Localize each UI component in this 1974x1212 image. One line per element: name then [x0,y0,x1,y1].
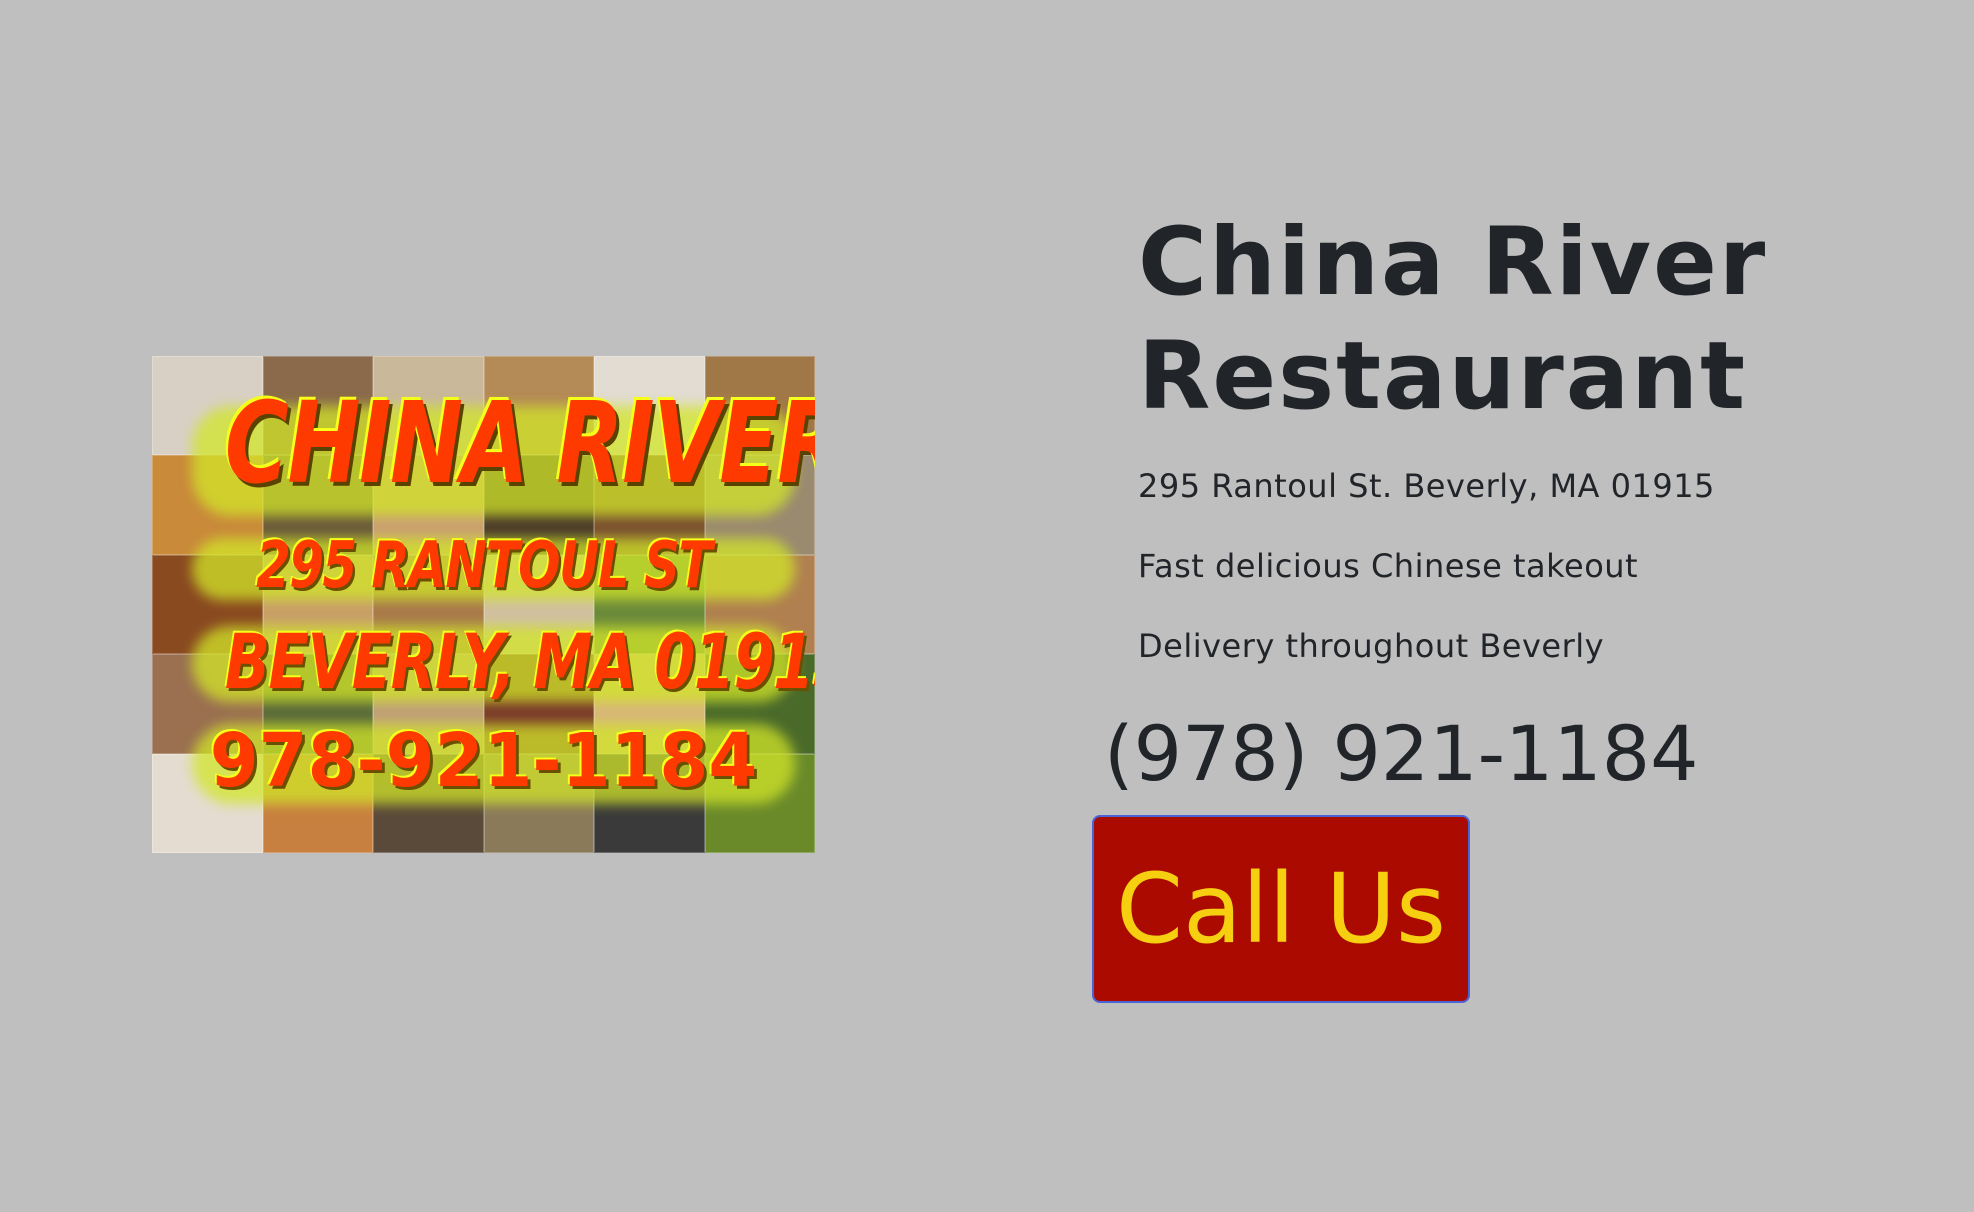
page-title: China River Restaurant [1138,206,1767,434]
restaurant-banner-image: CHINA RIVER 295 RANTOUL ST BEVERLY, MA 0… [152,356,815,853]
banner-phone-text: 978-921-1184 [209,718,758,804]
banner-name-text: CHINA RIVER [224,379,815,509]
page: CHINA RIVER 295 RANTOUL ST BEVERLY, MA 0… [0,0,1974,1212]
title-line-1: China River [1138,208,1768,317]
banner-street-text: 295 RANTOUL ST [256,529,712,603]
banner-city-text: BEVERLY, MA 01915 [224,617,815,706]
phone-number[interactable]: (978) 921-1184 [1104,706,1698,802]
call-us-button[interactable]: Call Us [1092,815,1470,1003]
tagline-text: Fast delicious Chinese takeout [1138,547,1639,585]
title-line-2: Restaurant [1138,322,1748,431]
address-text: 295 Rantoul St. Beverly, MA 01915 [1138,467,1715,505]
delivery-text: Delivery throughout Beverly [1138,627,1605,665]
